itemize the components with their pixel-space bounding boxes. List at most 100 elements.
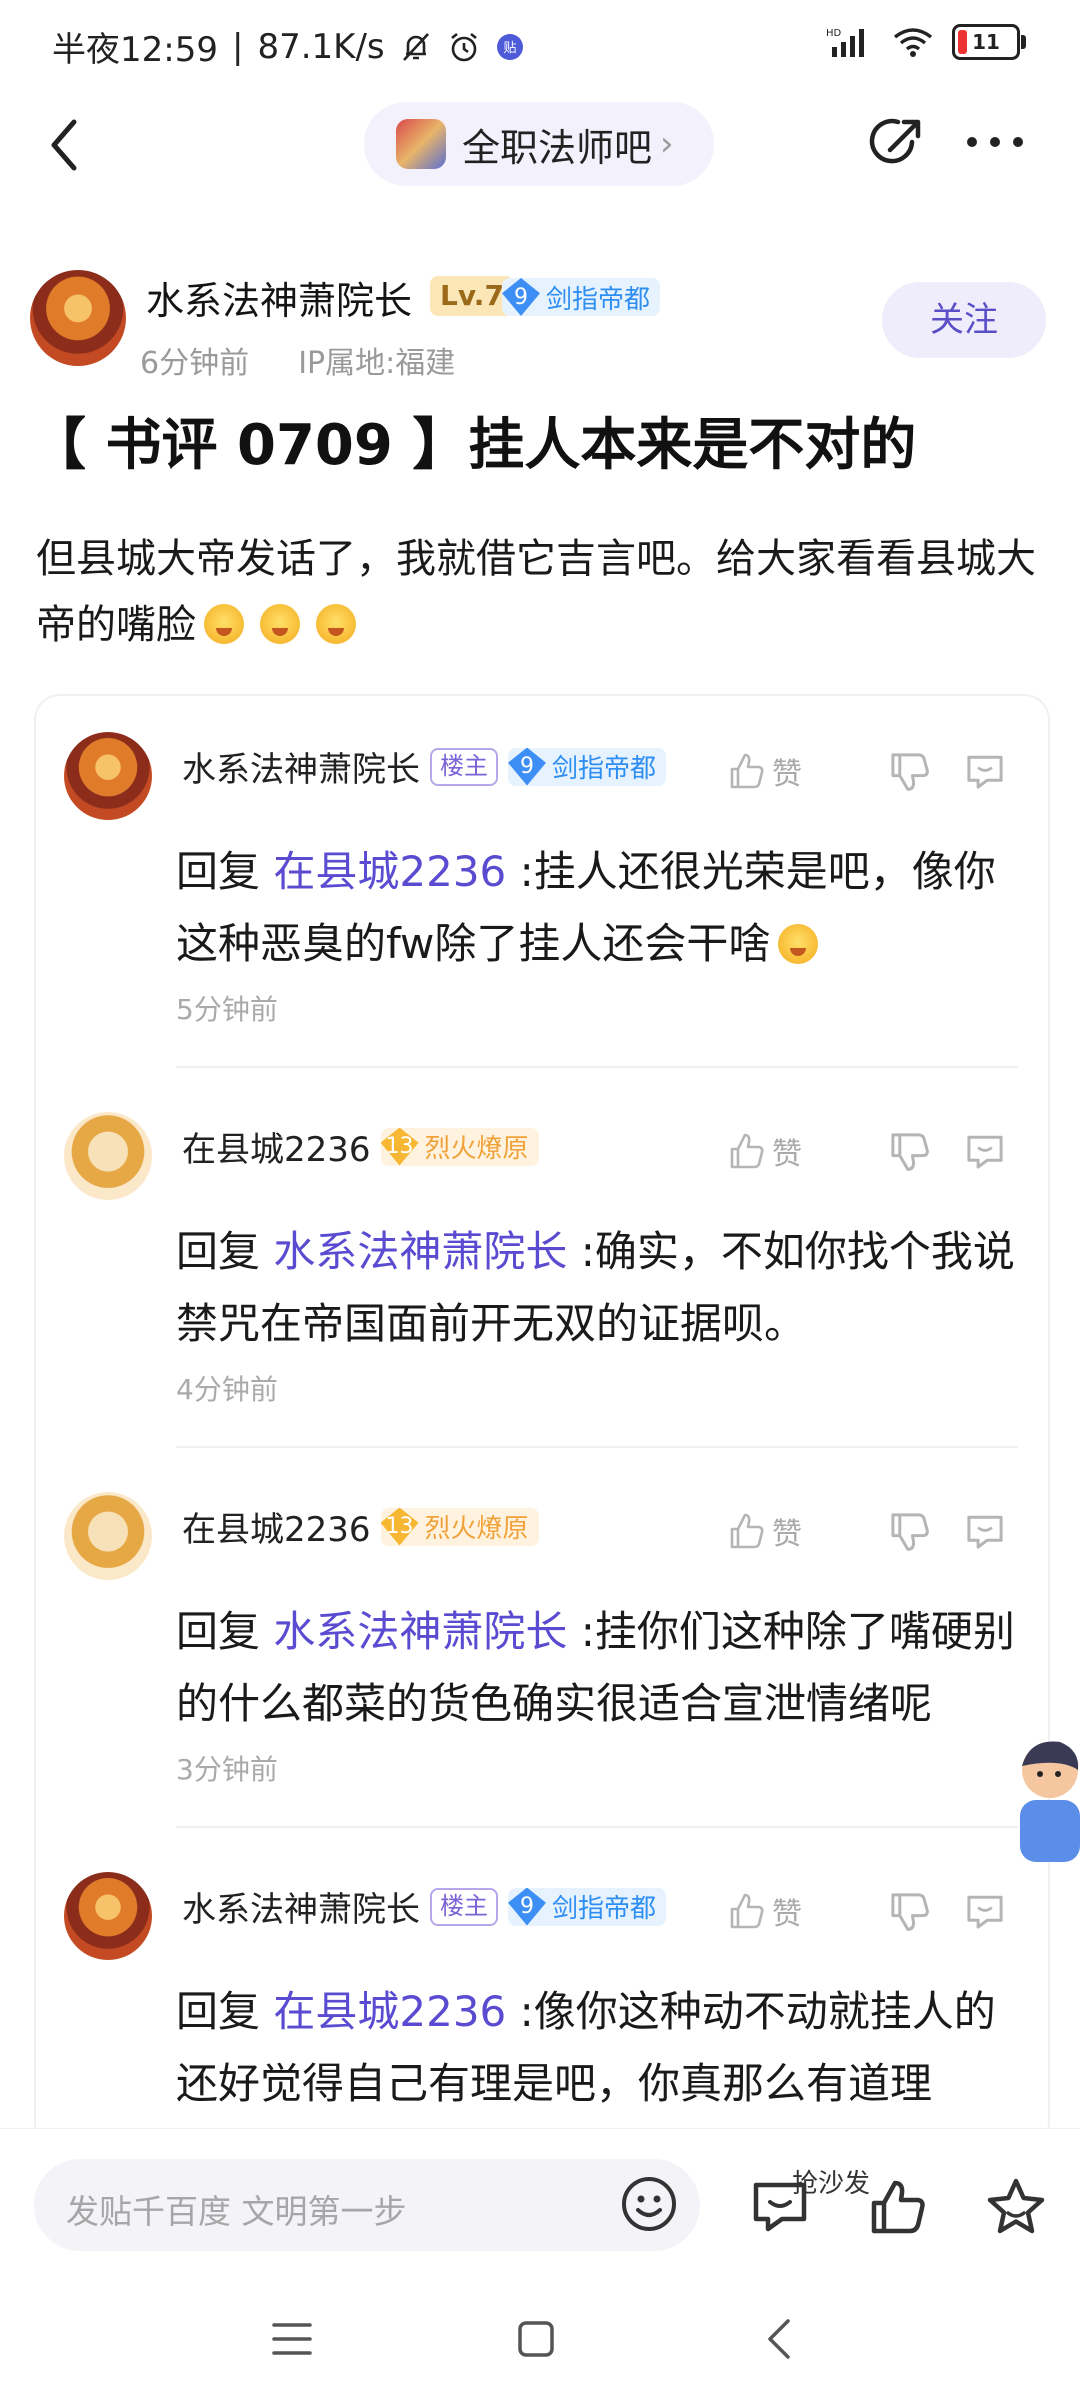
- host-tag: 楼主: [430, 1887, 498, 1926]
- status-time: 半夜12:59: [52, 30, 218, 70]
- alarm-icon: [450, 32, 477, 61]
- like-button[interactable]: 赞: [726, 749, 856, 793]
- host-tag: 楼主: [430, 747, 498, 786]
- blush-emoji-icon: [260, 604, 300, 644]
- blush-emoji-icon: [316, 604, 356, 644]
- post-title: 【 书评 0709 】挂人本来是不对的: [30, 413, 917, 478]
- forum-avatar: [396, 119, 446, 169]
- comment-icon[interactable]: [962, 748, 1008, 794]
- share-icon[interactable]: [868, 112, 928, 172]
- honor-badge: 13 烈火燎原: [380, 1127, 539, 1166]
- like-button[interactable]: 赞: [726, 1129, 856, 1173]
- like-button[interactable]: 赞: [726, 1889, 856, 1933]
- signal-icon: HD: [826, 28, 864, 57]
- battery-icon: 11: [952, 24, 1026, 60]
- chevron-right-icon: ›: [660, 124, 674, 164]
- honor-badge: 9 剑指帝都: [508, 1887, 667, 1926]
- like-label: 赞: [772, 1897, 802, 1932]
- honor-title: 烈火燎原: [424, 1514, 529, 1544]
- svg-text:贴: 贴: [503, 41, 516, 56]
- back-arrow-icon[interactable]: [40, 110, 90, 180]
- reply-author[interactable]: 水系法神萧院长: [182, 742, 420, 791]
- reply-text: 回复 水系法神萧院长 :确实，不如你找个我说禁咒在帝国面前开无双的证据呗。: [176, 1216, 1036, 1360]
- menu-icon[interactable]: [262, 2309, 322, 2369]
- emoji-icon[interactable]: [620, 2175, 678, 2233]
- thumbs-up-icon[interactable]: [866, 2175, 930, 2239]
- floating-mascot-icon[interactable]: [1000, 1730, 1080, 1880]
- more-icon[interactable]: [960, 112, 1030, 172]
- reply-author[interactable]: 水系法神萧院长: [182, 1882, 420, 1931]
- reply-to-link[interactable]: 水系法神萧院长: [273, 1607, 567, 1656]
- star-icon[interactable]: [984, 2175, 1048, 2239]
- reply-time: 3分钟前: [176, 1753, 278, 1786]
- blush-emoji-icon: [204, 604, 244, 644]
- like-label: 赞: [772, 757, 802, 792]
- reply-prefix: 回复: [176, 1987, 261, 2036]
- like-label: 赞: [772, 1137, 802, 1172]
- status-net-speed: 87.1K/s: [257, 26, 385, 67]
- reply-prefix: 回复: [176, 1607, 261, 1656]
- thumbs-up-icon: [730, 1133, 764, 1169]
- forum-name: 全职法师吧: [462, 125, 653, 170]
- comment-icon[interactable]: [962, 1128, 1008, 1174]
- system-back-icon[interactable]: [750, 2309, 810, 2369]
- tieba-notification-icon: 贴: [496, 33, 523, 60]
- reply-to-link[interactable]: 在县城2236: [273, 1987, 506, 2036]
- honor-title: 剑指帝都: [552, 754, 657, 784]
- home-icon[interactable]: [506, 2309, 566, 2369]
- post-ip: IP属地:福建: [298, 346, 456, 381]
- reply-avatar[interactable]: [64, 732, 152, 820]
- honor-level: 9: [502, 278, 540, 316]
- status-bar: 半夜12:59 | 87.1K/s 贴 HD 11: [0, 0, 1080, 92]
- bottom-action-bar: 发贴千百度 文明第一步 抢沙发: [0, 2128, 1080, 2401]
- divider: [176, 1826, 1018, 1828]
- reply-prefix: 回复: [176, 847, 261, 896]
- comment-icon[interactable]: [962, 1508, 1008, 1554]
- honor-level: 13: [380, 1507, 419, 1546]
- reply-time: 5分钟前: [176, 993, 278, 1026]
- author-name[interactable]: 水系法神萧院长: [146, 270, 412, 325]
- divider: [176, 1066, 1018, 1068]
- honor-badge: 9 剑指帝都: [502, 278, 661, 316]
- follow-button[interactable]: 关注: [882, 282, 1046, 358]
- reply-text: 回复 水系法神萧院长 :挂你们这种除了嘴硬别的什么都菜的货色确实很适合宣泄情绪呢: [176, 1596, 1036, 1740]
- comment-icon[interactable]: [962, 1888, 1008, 1934]
- author-avatar[interactable]: [30, 270, 126, 366]
- dislike-icon[interactable]: [886, 748, 932, 794]
- post-meta: 6分钟前 IP属地:福建: [140, 338, 455, 382]
- reply-card: 水系法神萧院长 楼主 9 剑指帝都 赞 回复 在县城2236 :挂人还很光荣是吧，…: [34, 694, 1050, 2148]
- reply-input[interactable]: 发贴千百度 文明第一步: [34, 2159, 700, 2251]
- sofa-label: 抢沙发: [792, 2169, 871, 2199]
- reply-to-link[interactable]: 在县城2236: [273, 847, 506, 896]
- honor-title: 烈火燎原: [424, 1134, 529, 1164]
- post-body-text: 但县城大帝发话了，我就借它吉言吧。给大家看看县城大帝的嘴脸: [36, 536, 1036, 648]
- reply-avatar[interactable]: [64, 1492, 152, 1580]
- reply-text: 回复 在县城2236 :挂人还很光荣是吧，像你这种恶臭的fw除了挂人还会干啥: [176, 836, 1036, 980]
- like-button[interactable]: 赞: [726, 1509, 856, 1553]
- reply-author[interactable]: 在县城2236: [182, 1502, 371, 1551]
- reply-to-link[interactable]: 水系法神萧院长: [273, 1227, 567, 1276]
- dislike-icon[interactable]: [886, 1888, 932, 1934]
- reply-avatar[interactable]: [64, 1872, 152, 1960]
- reply-time: 4分钟前: [176, 1373, 278, 1406]
- honor-badge: 13 烈火燎原: [380, 1507, 539, 1546]
- dislike-icon[interactable]: [886, 1128, 932, 1174]
- like-label: 赞: [772, 1517, 802, 1552]
- honor-badge: 9 剑指帝都: [508, 747, 667, 786]
- divider: [176, 1446, 1018, 1448]
- reply-prefix: 回复: [176, 1227, 261, 1276]
- blush-emoji-icon: [778, 924, 819, 964]
- wifi-icon: [893, 28, 933, 57]
- post-body: 但县城大帝发话了，我就借它吉言吧。给大家看看县城大帝的嘴脸: [36, 526, 1036, 658]
- status-left: 半夜12:59 | 87.1K/s 贴: [52, 22, 525, 71]
- thumbs-up-icon: [730, 753, 764, 789]
- reply-avatar[interactable]: [64, 1112, 152, 1200]
- status-separator: |: [231, 26, 244, 67]
- forum-entry-button[interactable]: 全职法师吧 ›: [364, 102, 714, 186]
- honor-title: 剑指帝都: [546, 284, 651, 315]
- svg-text:HD: HD: [826, 28, 842, 39]
- honor-level: 9: [508, 747, 546, 786]
- battery-level: 11: [972, 30, 1000, 54]
- dislike-icon[interactable]: [886, 1508, 932, 1554]
- reply-author[interactable]: 在县城2236: [182, 1122, 371, 1171]
